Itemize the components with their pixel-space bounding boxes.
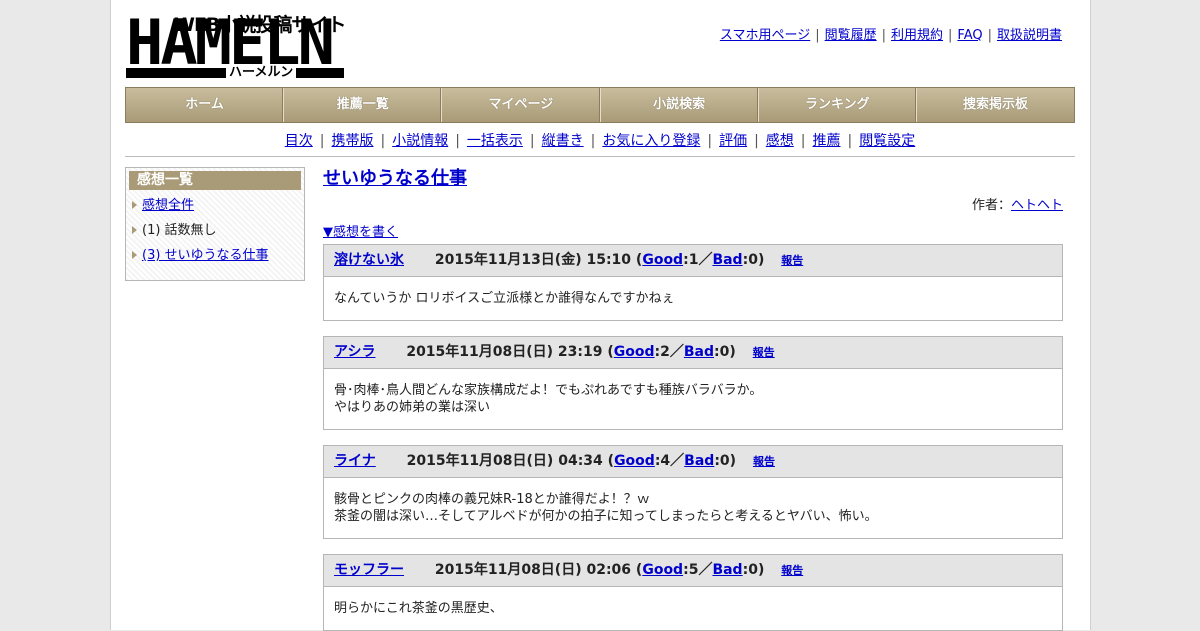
write-review-link[interactable]: ▼感想を書く <box>323 221 398 240</box>
sidebar: 感想一覧 感想全件 (1) 話数無し (3) せいゆうなる仕事 <box>125 167 305 281</box>
bad-count: 0 <box>748 562 758 578</box>
subnav-favorite[interactable]: お気に入り登録 <box>602 133 700 149</box>
page-container: WEB小説投稿サイト HAMELN ハーメルン スマホ用ページ | 閲覧履歴 | 利用規… <box>110 0 1091 631</box>
main-nav: ホーム 推薦一覧 マイページ 小説検索 ランキング 捜索掲示板 <box>125 87 1075 123</box>
sidebar-item-no-episode: (1) 話数無し <box>126 218 304 243</box>
review-item: ライナ 2015年11月08日(日) 04:34 (Good:4／Bad:0) … <box>323 445 1063 539</box>
reviewer-name[interactable]: モッフラー <box>334 562 404 578</box>
review-header: モッフラー 2015年11月08日(日) 02:06 (Good:5／Bad:0… <box>324 555 1062 587</box>
reviewer-name[interactable]: 溶けない氷 <box>334 252 404 268</box>
top-link-terms[interactable]: 利用規約 <box>891 28 943 43</box>
nav-recommendations[interactable]: 推薦一覧 <box>284 88 443 122</box>
nav-search-board[interactable]: 捜索掲示板 <box>917 88 1074 122</box>
good-count: 1 <box>688 252 699 268</box>
divider <box>125 156 1075 157</box>
subnav-view-settings[interactable]: 閲覧設定 <box>859 133 915 149</box>
good-link[interactable]: Good <box>614 453 655 469</box>
top-link-history[interactable]: 閲覧履歴 <box>825 28 877 43</box>
subnav-toc[interactable]: 目次 <box>285 133 313 149</box>
good-link[interactable]: Good <box>642 562 683 578</box>
author-label: 作者： <box>971 198 1011 213</box>
triangle-right-icon <box>132 251 137 259</box>
report-link[interactable]: 報告 <box>753 346 775 359</box>
review-item: 溶けない氷 2015年11月13日(金) 15:10 (Good:1／Bad:0… <box>323 244 1063 321</box>
review-date: 2015年11月08日(日) 02:06 <box>434 562 632 578</box>
subnav-vertical[interactable]: 縦書き <box>542 133 584 149</box>
novel-title: せいゆうなる仕事 <box>323 167 1063 191</box>
triangle-right-icon <box>132 201 137 209</box>
sub-nav: 目次 | 携帯版 | 小説情報 | 一括表示 | 縦書き | お気に入り登録 | 評価 | 感想 | 推薦 | 閲覧… <box>284 133 916 149</box>
subnav-recommend[interactable]: 推薦 <box>813 133 841 149</box>
good-count: 2 <box>660 344 670 360</box>
author-link[interactable]: ヘトヘト <box>1011 198 1063 213</box>
sidebar-item-episode[interactable]: (3) せいゆうなる仕事 <box>126 243 304 268</box>
review-header: ライナ 2015年11月08日(日) 04:34 (Good:4／Bad:0) … <box>324 446 1062 478</box>
review-body: 明らかにこれ茶釜の黒歴史、 <box>324 587 1062 630</box>
good-count: 5 <box>688 562 699 578</box>
bad-link[interactable]: Bad <box>712 252 742 268</box>
review-text-line: やはりあの姉弟の業は深い <box>334 400 491 415</box>
author-line: 作者：ヘトヘト <box>323 194 1063 213</box>
nav-mypage[interactable]: マイページ <box>442 88 601 122</box>
triangle-right-icon <box>132 226 137 234</box>
top-link-faq[interactable]: FAQ <box>957 28 982 43</box>
report-link[interactable]: 報告 <box>753 455 775 468</box>
review-body: 骨･肉棒･鳥人間どんな家族構成だよ！でもぷれあですも種族バラバラか。 やはりあの… <box>324 369 1062 429</box>
bad-count: 0 <box>719 453 730 469</box>
top-link-smartphone[interactable]: スマホ用ページ <box>720 28 810 43</box>
main-content: せいゆうなる仕事 作者：ヘトヘト ▼感想を書く 溶けない氷 2015年11月13… <box>323 167 1063 631</box>
review-item: アシラ 2015年11月08日(日) 23:19 (Good:2／Bad:0) … <box>323 336 1063 430</box>
logo-kana: ハーメルン <box>226 65 297 81</box>
nav-novel-search[interactable]: 小説検索 <box>601 88 759 122</box>
review-text-line: なんていうか ロリボイスご立派様とか誰得なんですかねぇ <box>334 291 675 306</box>
report-link[interactable]: 報告 <box>781 254 803 267</box>
review-header: アシラ 2015年11月08日(日) 23:19 (Good:2／Bad:0) … <box>324 337 1062 369</box>
hameln-logo[interactable]: WEB小説投稿サイト HAMELN ハーメルン <box>126 8 348 82</box>
nav-home[interactable]: ホーム <box>126 88 285 122</box>
good-link[interactable]: Good <box>614 344 655 360</box>
subnav-reviews[interactable]: 感想 <box>766 133 794 149</box>
bad-link[interactable]: Bad <box>712 562 742 578</box>
subnav-novel-info[interactable]: 小説情報 <box>392 133 448 149</box>
review-date: 2015年11月08日(日) 04:34 <box>406 453 603 469</box>
novel-title-link[interactable]: せいゆうなる仕事 <box>323 168 467 189</box>
good-link[interactable]: Good <box>642 252 683 268</box>
subnav-mobile[interactable]: 携帯版 <box>331 133 373 149</box>
sidebar-title: 感想一覧 <box>129 171 301 190</box>
sidebar-item-all-reviews[interactable]: 感想全件 <box>126 193 304 218</box>
top-links: スマホ用ページ | 閲覧履歴 | 利用規約 | FAQ | 取扱説明書 <box>719 28 1062 43</box>
nav-ranking[interactable]: ランキング <box>759 88 917 122</box>
bad-count: 0 <box>748 252 758 268</box>
bad-link[interactable]: Bad <box>684 344 714 360</box>
bad-count: 0 <box>719 344 730 360</box>
review-text-line: 茶釜の闇は深い…そしてアルベドが何かの拍子に知ってしまったらと考えるとヤバい、怖… <box>334 509 878 524</box>
good-count: 4 <box>660 453 671 469</box>
review-text-line: 明らかにこれ茶釜の黒歴史、 <box>334 601 503 616</box>
review-item: モッフラー 2015年11月08日(日) 02:06 (Good:5／Bad:0… <box>323 554 1063 631</box>
reviewer-name[interactable]: ライナ <box>334 453 376 469</box>
review-date: 2015年11月08日(日) 23:19 <box>406 344 603 360</box>
review-body: なんていうか ロリボイスご立派様とか誰得なんですかねぇ <box>324 277 1062 320</box>
subnav-rating[interactable]: 評価 <box>719 133 747 149</box>
sidebar-item-label[interactable]: 感想全件 <box>142 198 194 213</box>
subnav-show-all[interactable]: 一括表示 <box>467 133 523 149</box>
review-text-line: 骸骨とピンクの肉棒の義兄妹R-18とか誰得だよ！？ｗ <box>334 492 650 507</box>
review-date: 2015年11月13日(金) 15:10 <box>434 252 632 268</box>
review-text-line: 骨･肉棒･鳥人間どんな家族構成だよ！でもぷれあですも種族バラバラか。 <box>334 383 763 398</box>
review-body: 骸骨とピンクの肉棒の義兄妹R-18とか誰得だよ！？ｗ 茶釜の闇は深い…そしてアル… <box>324 478 1062 538</box>
sidebar-item-label: (1) 話数無し <box>142 223 217 238</box>
review-header: 溶けない氷 2015年11月13日(金) 15:10 (Good:1／Bad:0… <box>324 245 1062 277</box>
top-link-manual[interactable]: 取扱説明書 <box>997 28 1062 43</box>
sidebar-item-label[interactable]: (3) せいゆうなる仕事 <box>142 248 269 263</box>
reviewer-name[interactable]: アシラ <box>334 344 375 360</box>
bad-link[interactable]: Bad <box>684 453 714 469</box>
report-link[interactable]: 報告 <box>781 564 803 577</box>
